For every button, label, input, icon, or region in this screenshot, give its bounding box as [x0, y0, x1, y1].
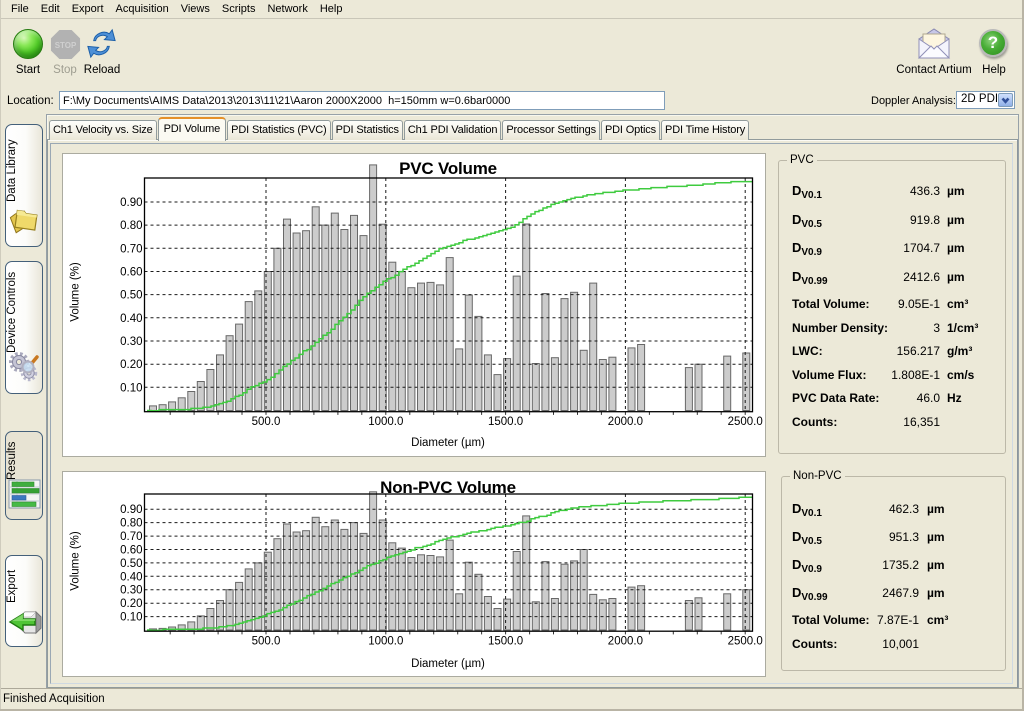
svg-text:0.70: 0.70 — [120, 243, 142, 255]
svg-text:0.40: 0.40 — [120, 313, 142, 325]
svg-text:2000.0: 2000.0 — [608, 636, 643, 648]
svg-text:0.30: 0.30 — [120, 585, 142, 597]
svg-text:0.90: 0.90 — [120, 504, 142, 516]
svg-text:0.20: 0.20 — [120, 359, 142, 371]
svg-text:0.20: 0.20 — [120, 598, 142, 610]
svg-text:0.30: 0.30 — [120, 336, 142, 348]
svg-text:0.80: 0.80 — [120, 518, 142, 530]
svg-text:2000.0: 2000.0 — [608, 416, 643, 428]
svg-text:0.60: 0.60 — [120, 545, 142, 557]
svg-text:2500.0: 2500.0 — [728, 636, 763, 648]
svg-text:0.90: 0.90 — [120, 197, 142, 209]
svg-text:1500.0: 1500.0 — [488, 636, 523, 648]
svg-text:0.70: 0.70 — [120, 531, 142, 543]
svg-text:1000.0: 1000.0 — [368, 416, 403, 428]
svg-text:500.0: 500.0 — [252, 636, 281, 648]
svg-text:0.50: 0.50 — [120, 290, 142, 302]
svg-text:STOP: STOP — [55, 41, 77, 50]
svg-text:0.40: 0.40 — [120, 571, 142, 583]
svg-text:0.10: 0.10 — [120, 382, 142, 394]
svg-text:1000.0: 1000.0 — [368, 636, 403, 648]
svg-text:1500.0: 1500.0 — [488, 416, 523, 428]
svg-text:2500.0: 2500.0 — [728, 416, 763, 428]
svg-text:0.60: 0.60 — [120, 267, 142, 279]
svg-text:0.10: 0.10 — [120, 612, 142, 624]
svg-text:500.0: 500.0 — [252, 416, 281, 428]
svg-text:0.80: 0.80 — [120, 220, 142, 232]
svg-text:0.50: 0.50 — [120, 558, 142, 570]
